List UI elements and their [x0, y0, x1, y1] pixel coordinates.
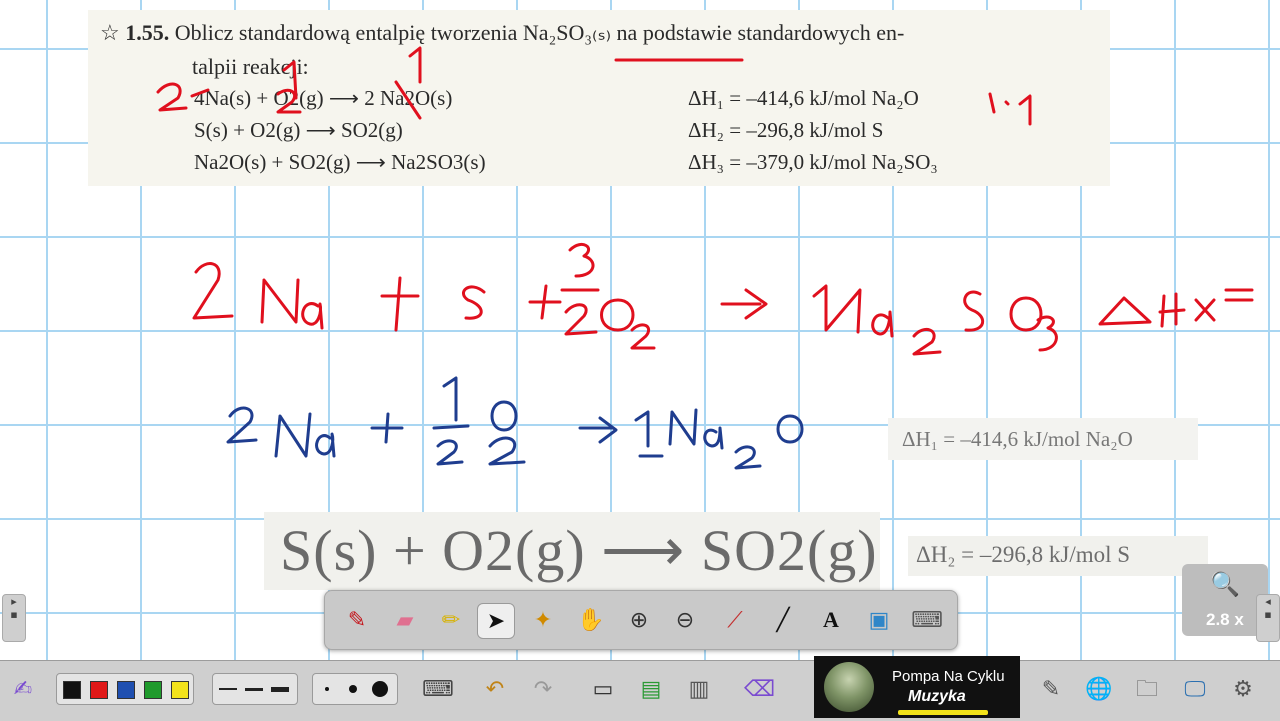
line2-fraction-bar: [432, 424, 470, 430]
edit-icon[interactable]: ✎: [1036, 675, 1066, 705]
line1-2-denom: [564, 303, 598, 336]
color-yellow-swatch[interactable]: [171, 681, 189, 699]
line-width-selector: [212, 673, 298, 705]
color-black-swatch[interactable]: [63, 681, 81, 699]
notes-icon[interactable]: ▥: [684, 675, 714, 705]
now-playing-progress-bar: [898, 710, 988, 715]
zoom-magnifier-icon: 🔍: [1210, 570, 1240, 598]
highlighter-icon[interactable]: ✏: [433, 603, 469, 637]
line1-plus1: [380, 276, 420, 332]
coef-1b-stroke: [408, 46, 422, 84]
magic-wand-icon[interactable]: ✦: [525, 603, 561, 637]
line2-2-denom: [436, 439, 464, 466]
eraser-icon[interactable]: ▰: [387, 603, 423, 637]
red-annotations: [156, 46, 1254, 356]
line1-S: [462, 285, 486, 320]
line1-3: [568, 243, 595, 278]
line2-1: [442, 376, 458, 422]
keyboard-icon[interactable]: ⌨: [422, 675, 454, 705]
color-palette: [56, 673, 194, 705]
color-green-swatch[interactable]: [144, 681, 162, 699]
line2-arrow: [578, 416, 618, 444]
handwriting-layer: [156, 46, 1254, 470]
line1-O2: [1009, 296, 1043, 332]
pen-icon[interactable]: ✎: [339, 603, 375, 637]
screen-capture-icon[interactable]: ▣: [861, 603, 897, 637]
line2-O2: [776, 414, 804, 444]
left-panel-handle[interactable]: ▸ ▪: [2, 594, 26, 642]
line-tool-icon[interactable]: ╱: [765, 603, 801, 637]
folder-icon[interactable]: 🗀: [1132, 675, 1162, 705]
bottom-taskbar: ✍ ⌨ ↶ ↷ ▭ ▤ ▥ ⌫ ✎ 🌐 🗀 🖵 ⚙: [0, 660, 1280, 721]
pen-settings-icon[interactable]: ✍: [8, 675, 38, 705]
line2-O: [490, 400, 518, 432]
laser-pointer-icon[interactable]: ⟋: [717, 603, 753, 637]
line2-a: [315, 432, 336, 458]
line1-S2: [963, 290, 984, 332]
floating-toolbar: ✎ ▰ ✏ ➤ ✦ ✋ ⊕ ⊖ ⟋ ╱ A ▣ ⌨: [324, 590, 958, 650]
keyboard-icon[interactable]: ⌨: [909, 603, 945, 637]
cross-stroke: [190, 88, 210, 98]
line1-O: [600, 298, 635, 332]
hand-pan-icon[interactable]: ✋: [573, 603, 609, 637]
line1-arrow: [720, 288, 768, 320]
line2-1: [634, 410, 664, 458]
zoom-out-icon[interactable]: ⊖: [667, 603, 703, 637]
point-medium-option[interactable]: [349, 685, 357, 693]
point-small-option[interactable]: [325, 687, 329, 691]
line1-x: [1194, 298, 1216, 322]
point-large-option[interactable]: [372, 681, 388, 697]
line1-sub2: [912, 327, 942, 356]
channel-avatar: [824, 662, 874, 712]
now-playing-widget[interactable]: Pompa Na Cyklu Muzyka: [814, 656, 1020, 718]
line2-2: [226, 406, 258, 444]
new-page-icon[interactable]: ▭: [588, 675, 618, 705]
line-thick-option[interactable]: [271, 687, 289, 692]
undo-icon[interactable]: ↶: [480, 675, 510, 705]
select-pointer-icon[interactable]: ➤: [477, 603, 515, 639]
clear-ink-icon[interactable]: ⌫: [744, 675, 775, 705]
line1-O-sub2: [630, 323, 656, 350]
line1-a2: [871, 310, 894, 338]
color-red-swatch[interactable]: [90, 681, 108, 699]
one-times-one-stroke: [988, 92, 1032, 126]
slash-stroke: [394, 80, 422, 120]
zoom-in-icon[interactable]: ⊕: [621, 603, 657, 637]
line2-sub2b: [734, 445, 762, 470]
coef-2-stroke: [156, 82, 188, 112]
pages-icon[interactable]: ▤: [636, 675, 666, 705]
line2-plus: [370, 412, 404, 444]
line2-N: [274, 412, 312, 458]
zoom-level: 2.8 x: [1206, 610, 1244, 629]
line1-plus2: [528, 284, 562, 320]
settings-gear-icon[interactable]: ⚙: [1228, 675, 1258, 705]
line1-2: [192, 262, 234, 320]
now-playing-subtitle: Muzyka: [908, 688, 966, 705]
text-tool-icon[interactable]: A: [813, 603, 849, 637]
line2-N2: [668, 408, 698, 446]
monitor-icon[interactable]: 🖵: [1180, 675, 1210, 705]
line1-N: [260, 278, 300, 324]
right-panel-handle[interactable]: ◂ ▪: [1256, 594, 1280, 642]
line-thin-option[interactable]: [219, 688, 237, 690]
line1-H: [1158, 292, 1186, 328]
redo-icon[interactable]: ↷: [528, 675, 558, 705]
line1-equals: [1224, 288, 1254, 302]
color-blue-swatch[interactable]: [117, 681, 135, 699]
globe-icon[interactable]: 🌐: [1084, 675, 1114, 705]
line2-a2: [703, 426, 724, 450]
now-playing-title: Pompa Na Cyklu: [892, 668, 1005, 685]
line1-1N: [812, 284, 862, 334]
line1-a: [301, 302, 324, 330]
point-size-selector: [312, 673, 398, 705]
line2-sub2: [488, 436, 526, 466]
blue-annotations: [226, 376, 804, 470]
line1-delta: [1098, 296, 1152, 326]
line-medium-option[interactable]: [245, 688, 263, 691]
